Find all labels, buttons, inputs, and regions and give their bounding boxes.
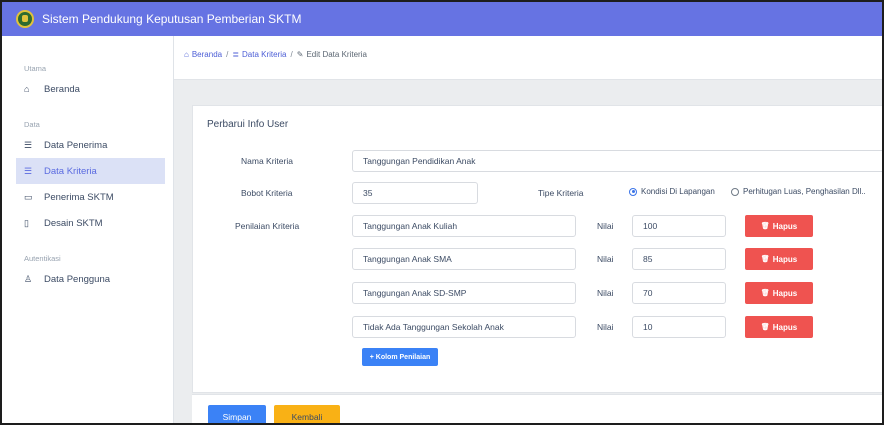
form-card: Perbarui Info User Nama Kriteria Tanggun… (192, 105, 882, 393)
sidebar-section-autentikasi: Autentikasi (24, 254, 61, 263)
sidebar-item-label: Penerima SKTM (44, 191, 114, 203)
penilaian-kriteria-label: Penilaian Kriteria (235, 221, 300, 231)
sidebar-item-data-penerima[interactable]: ☰ Data Penerima (16, 132, 165, 158)
penilaian-input[interactable]: Tanggungan Anak Kuliah (352, 215, 576, 237)
database-icon[interactable]: ≣ (232, 50, 239, 59)
back-button[interactable]: Kembali (274, 405, 340, 423)
sidebar-item-label: Data Penerima (44, 139, 108, 151)
trash-icon: 🗑 (760, 290, 770, 297)
radio-selected-icon (629, 187, 637, 196)
tipe-kriteria-label: Tipe Kriteria (538, 188, 584, 198)
app-title: Sistem Pendukung Keputusan Pemberian SKT… (42, 12, 302, 26)
penilaian-input[interactable]: Tanggungan Anak SMA (352, 248, 576, 270)
hapus-label: Hapus (772, 254, 798, 264)
breadcrumb-data-link[interactable]: Data Kriteria (242, 50, 286, 59)
nilai-label: Nilai (597, 221, 614, 231)
sidebar-item-beranda[interactable]: ⌂ Beranda (16, 76, 165, 102)
hapus-label: Hapus (772, 221, 798, 231)
sidebar: Utama ⌂ Beranda Data ☰ Data Penerima ☰ D… (2, 36, 174, 423)
trash-icon: 🗑 (760, 324, 770, 331)
sidebar-item-data-kriteria[interactable]: ☰ Data Kriteria (16, 158, 165, 184)
nama-kriteria-input[interactable]: Tanggungan Pendidikan Anak (352, 150, 882, 172)
sidebar-item-penerima-sktm[interactable]: ▭ Penerima SKTM (16, 184, 165, 210)
breadcrumb-current: Edit Data Kriteria (306, 50, 367, 59)
file-icon: ▯ (24, 217, 29, 228)
hapus-button[interactable]: 🗑 Hapus (745, 248, 813, 270)
bobot-kriteria-label: Bobot Kriteria (241, 188, 293, 198)
breadcrumb-bar: ⌂ Beranda / ≣ Data Kriteria / ✎ Edit Dat… (174, 36, 882, 80)
sidebar-item-label: Desain SKTM (44, 217, 103, 229)
nilai-label: Nilai (597, 254, 614, 264)
radio-label: Perhitugan Luas, Penghasilan Dll.. (743, 187, 866, 196)
app-logo (16, 10, 34, 28)
edit-icon: ✎ (296, 50, 304, 59)
breadcrumb-home-link[interactable]: Beranda (192, 50, 222, 59)
form-title: Perbarui Info User (207, 119, 289, 130)
radio-label: Kondisi Di Lapangan (641, 187, 715, 196)
sidebar-item-label: Beranda (44, 83, 80, 95)
breadcrumb: ⌂ Beranda / ≣ Data Kriteria / ✎ Edit Dat… (184, 50, 367, 59)
radio-kondisi-lapangan[interactable]: Kondisi Di Lapangan (629, 187, 715, 196)
nilai-input[interactable]: 10 (632, 316, 726, 338)
penilaian-input[interactable]: Tanggungan Anak SD-SMP (352, 282, 576, 304)
radio-perhitungan-luas[interactable]: Perhitugan Luas, Penghasilan Dll.. (731, 187, 866, 196)
bobot-kriteria-input[interactable]: 35 (352, 182, 478, 204)
breadcrumb-separator: / (226, 50, 229, 59)
sidebar-item-label: Data Pengguna (44, 273, 111, 285)
top-navbar: Sistem Pendukung Keputusan Pemberian SKT… (2, 2, 882, 36)
sidebar-item-label: Data Kriteria (44, 165, 97, 177)
radio-unselected-icon (731, 187, 739, 196)
home-icon: ⌂ (24, 84, 30, 94)
calendar-icon: ▭ (24, 191, 33, 202)
hapus-button[interactable]: 🗑 Hapus (745, 282, 813, 304)
list-icon: ☰ (24, 165, 33, 176)
sidebar-item-data-pengguna[interactable]: ♙ Data Pengguna (16, 266, 165, 292)
home-icon[interactable]: ⌂ (184, 50, 189, 59)
trash-icon: 🗑 (760, 256, 770, 263)
add-kolom-penilaian-button[interactable]: + Kolom Penilaian (362, 348, 438, 366)
list-icon: ☰ (24, 139, 33, 150)
trash-icon: 🗑 (760, 223, 770, 230)
sidebar-item-desain-sktm[interactable]: ▯ Desain SKTM (16, 210, 165, 236)
nilai-input[interactable]: 85 (632, 248, 726, 270)
nama-kriteria-label: Nama Kriteria (241, 156, 293, 166)
hapus-label: Hapus (772, 288, 798, 298)
user-icon: ♙ (24, 273, 33, 284)
breadcrumb-separator: / (290, 50, 293, 59)
sidebar-section-utama: Utama (24, 64, 47, 73)
nilai-label: Nilai (597, 322, 614, 332)
save-button[interactable]: Simpan (208, 405, 266, 423)
hapus-label: Hapus (772, 322, 798, 332)
sidebar-section-data: Data (24, 120, 40, 129)
nilai-input[interactable]: 70 (632, 282, 726, 304)
hapus-button[interactable]: 🗑 Hapus (745, 215, 813, 237)
nilai-label: Nilai (597, 288, 614, 298)
app-window: Sistem Pendukung Keputusan Pemberian SKT… (0, 0, 884, 425)
form-footer: Simpan Kembali (192, 394, 882, 423)
hapus-button[interactable]: 🗑 Hapus (745, 316, 813, 338)
penilaian-input[interactable]: Tidak Ada Tanggungan Sekolah Anak (352, 316, 576, 338)
nilai-input[interactable]: 100 (632, 215, 726, 237)
